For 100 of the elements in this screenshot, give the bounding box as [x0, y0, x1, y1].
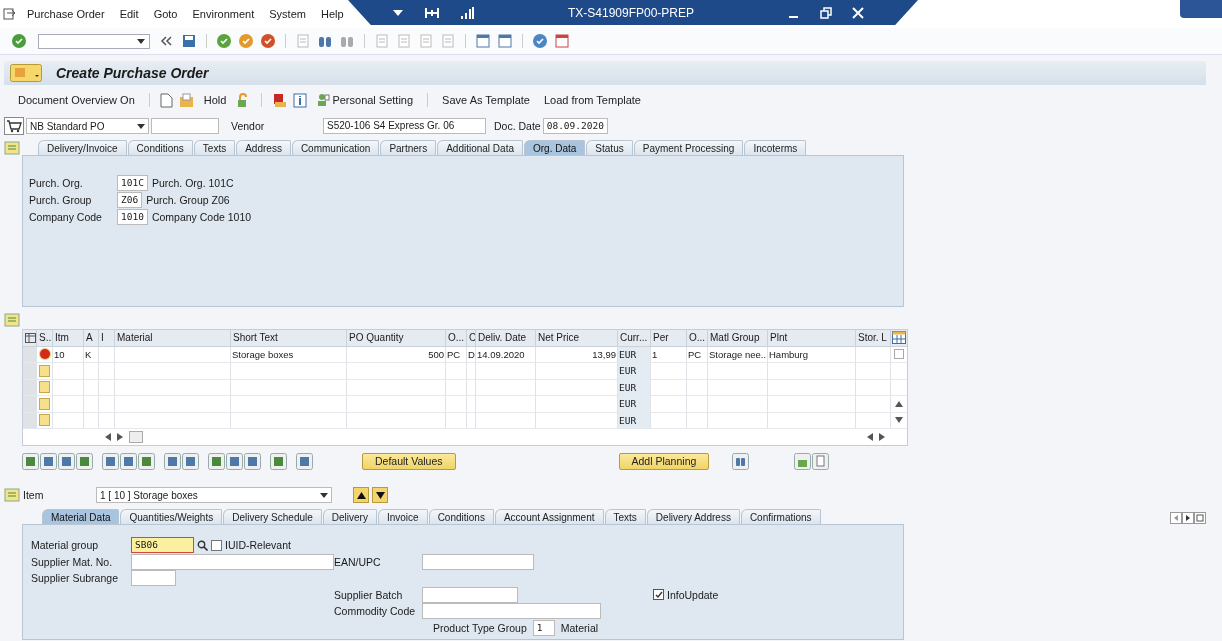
vendor-field[interactable]: S520-106 S4 Express Gr. 06	[323, 118, 486, 134]
caret-icon[interactable]	[320, 492, 328, 498]
toolbar-button[interactable]: Save As Template	[438, 94, 534, 106]
caret-icon[interactable]	[137, 123, 145, 129]
next-item-button[interactable]	[372, 487, 388, 503]
item-dropdown[interactable]: 1 [ 10 ] Storage boxes	[96, 487, 332, 503]
close-icon[interactable]	[852, 6, 864, 19]
dropdown-icon[interactable]	[392, 8, 404, 17]
material-group-field[interactable]: SB06	[131, 537, 194, 554]
column-header[interactable]: Deliv. Date	[476, 330, 536, 347]
column-header[interactable]: Stor. L	[856, 330, 891, 347]
date-field[interactable]: 08.09.2020	[542, 118, 608, 134]
scroll-left-icon[interactable]	[105, 433, 111, 441]
tab[interactable]: Communication	[291, 140, 380, 155]
column-header[interactable]: Itm	[53, 330, 84, 347]
input-field[interactable]: Z06	[117, 191, 143, 208]
tab[interactable]: Quantities/Weights	[120, 509, 223, 524]
folder-icon[interactable]	[178, 92, 194, 108]
tab[interactable]: Conditions	[428, 509, 494, 524]
input-field[interactable]: 101C	[117, 174, 148, 191]
column-header[interactable]: Plnt	[768, 330, 856, 347]
default-values-button[interactable]: Default Values	[362, 452, 456, 470]
scroll-left-icon[interactable]	[867, 433, 873, 441]
input-field[interactable]: 1010	[117, 208, 148, 225]
previous-item-button[interactable]	[353, 487, 369, 503]
menu-item[interactable]: System	[269, 8, 306, 20]
input-field[interactable]	[422, 553, 534, 570]
menu-item[interactable]: Edit	[119, 8, 139, 20]
scroll-thumb-icon[interactable]	[129, 431, 143, 443]
column-header[interactable]: O...	[446, 330, 467, 347]
scroll-right-icon[interactable]	[1182, 512, 1194, 524]
back-icon[interactable]	[216, 33, 232, 49]
tab[interactable]: Invoice	[377, 509, 428, 524]
check-icon[interactable]	[11, 33, 27, 49]
toolbar-button[interactable]: Hold	[199, 94, 231, 106]
toolbar-button[interactable]: Load from Template	[539, 94, 645, 106]
input-field[interactable]	[131, 553, 334, 570]
checkbox[interactable]	[653, 589, 664, 601]
menu-item[interactable]: Goto	[153, 8, 178, 20]
scroll-right-icon[interactable]	[879, 433, 885, 441]
tab[interactable]: Delivery	[322, 509, 377, 524]
column-header[interactable]: Net Price	[536, 330, 618, 347]
document-type-dropdown[interactable]: NB Standard PO	[26, 118, 149, 134]
input-field[interactable]: 1	[532, 619, 555, 636]
cart-icon[interactable]	[4, 117, 24, 135]
scroll-right-icon[interactable]	[117, 433, 123, 441]
column-header[interactable]: A	[84, 330, 99, 347]
menu-item[interactable]: Environment	[192, 8, 255, 20]
select-all-icon[interactable]	[25, 332, 36, 343]
menu-item[interactable]: Purchase Order	[27, 8, 105, 20]
tab[interactable]: Delivery Schedule	[223, 509, 322, 524]
tab[interactable]: Delivery Address	[646, 509, 740, 524]
exit-icon[interactable]	[238, 33, 254, 49]
column-header[interactable]: S..	[37, 330, 53, 347]
tab[interactable]: Incoterms	[744, 140, 807, 155]
tab[interactable]: Material Data	[42, 509, 120, 524]
column-header[interactable]: Short Text	[231, 330, 347, 347]
tab-list-icon[interactable]	[1194, 512, 1206, 524]
tab[interactable]: Status	[586, 140, 633, 155]
menu-icon[interactable]	[3, 8, 16, 20]
toolbar-button[interactable]: Document Overview On	[14, 94, 139, 106]
input-field[interactable]	[131, 570, 176, 587]
planning-button[interactable]: Addl Planning	[618, 452, 710, 470]
column-header[interactable]: Curr...	[618, 330, 651, 347]
column-header[interactable]: PO Quantity	[347, 330, 446, 347]
command-field[interactable]	[38, 33, 150, 49]
caret-icon[interactable]	[137, 38, 145, 44]
toolbar-button[interactable]: Personal Setting	[313, 93, 418, 107]
restore-icon[interactable]	[820, 6, 832, 19]
monitor-icon[interactable]	[554, 33, 570, 49]
save-icon[interactable]	[181, 33, 197, 49]
input-field[interactable]	[422, 603, 601, 620]
menu-item[interactable]: Help	[320, 8, 344, 20]
scrollbar[interactable]	[891, 346, 907, 363]
tab[interactable]: Account Assignment	[494, 509, 604, 524]
tab[interactable]: Partners	[380, 140, 437, 155]
pin-icon[interactable]	[424, 5, 440, 20]
tab[interactable]: Confirmations	[740, 509, 821, 524]
column-header[interactable]: I	[99, 330, 115, 347]
new-window-icon[interactable]	[475, 33, 491, 49]
scroll-down-icon[interactable]	[895, 417, 903, 424]
info-icon[interactable]	[293, 92, 308, 108]
column-header[interactable]: Per	[651, 330, 687, 347]
tab[interactable]: Org. Data	[524, 140, 586, 155]
cancel-icon[interactable]	[260, 33, 276, 49]
tab[interactable]: Texts	[193, 140, 236, 155]
tab[interactable]: Texts	[604, 509, 646, 524]
column-header[interactable]: Material	[115, 330, 231, 347]
input-field[interactable]	[422, 586, 518, 603]
tab[interactable]: Delivery/Invoice	[38, 140, 127, 155]
tab[interactable]: Address	[236, 140, 291, 155]
column-header[interactable]: Matl Group	[708, 330, 768, 347]
input-field[interactable]	[151, 118, 219, 134]
column-header[interactable]: O...	[687, 330, 708, 347]
shortcut-icon[interactable]	[497, 33, 513, 49]
scroll-up-icon[interactable]	[895, 400, 903, 407]
tab[interactable]: Additional Data	[437, 140, 523, 155]
table-settings-icon[interactable]	[892, 331, 906, 345]
tab[interactable]: Conditions	[127, 140, 193, 155]
search-icon[interactable]	[197, 539, 208, 551]
